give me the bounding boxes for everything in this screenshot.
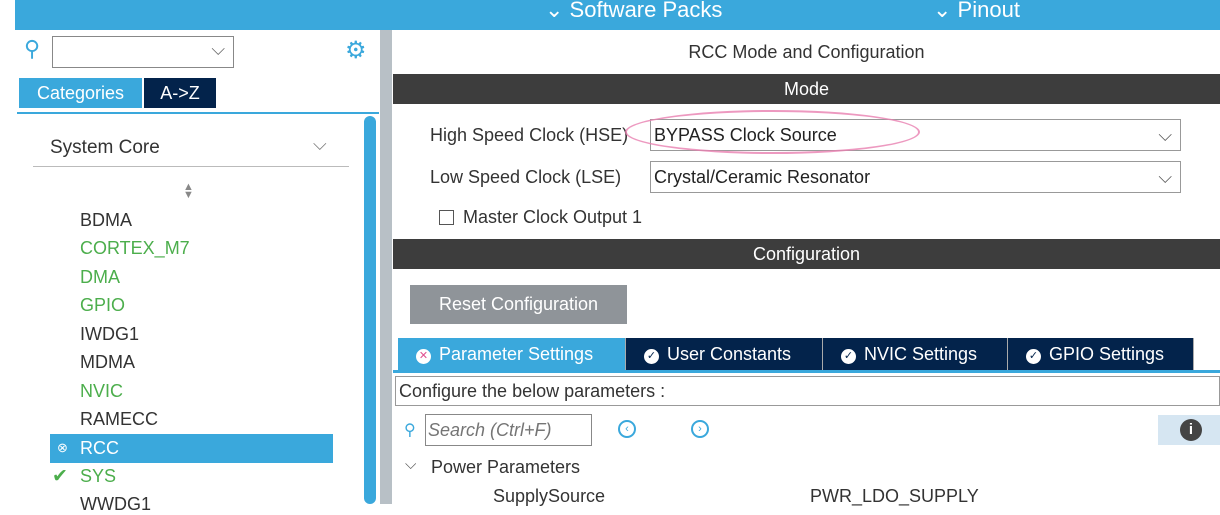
tab-underline — [393, 370, 1220, 373]
highlight-ellipse — [625, 110, 920, 154]
pinout-label: Pinout — [957, 0, 1020, 22]
sidebar-scrollbar[interactable] — [364, 116, 376, 504]
mco-label: Master Clock Output 1 — [463, 207, 643, 227]
category-system-core[interactable]: System Core — [50, 137, 160, 159]
chevron-down-icon: ⌵ — [1158, 125, 1172, 145]
mode-header: Mode — [393, 74, 1220, 104]
error-icon: ⊗ — [57, 440, 68, 455]
mco-checkbox[interactable] — [439, 210, 454, 225]
software-packs-label: Software Packs — [569, 0, 723, 22]
chevron-down-icon: ⌵ — [211, 39, 225, 59]
list-item-mdma[interactable]: MDMA — [80, 352, 135, 373]
panel-title: RCC Mode and Configuration — [688, 42, 925, 62]
parameter-search-input[interactable] — [425, 414, 592, 446]
list-item-wwdg1[interactable]: WWDG1 — [80, 494, 151, 515]
tab-label: GPIO Settings — [1049, 344, 1165, 364]
tab-a-z[interactable]: A->Z — [144, 78, 216, 108]
list-item-rcc[interactable]: RCC — [80, 438, 119, 459]
tab-label: NVIC Settings — [864, 344, 978, 364]
divider — [33, 166, 349, 167]
list-item-bdma[interactable]: BDMA — [80, 210, 132, 231]
list-item-iwdg1[interactable]: IWDG1 — [80, 324, 139, 345]
previous-icon[interactable]: ‹ — [618, 420, 636, 438]
list-item-ramecc[interactable]: RAMECC — [80, 409, 158, 430]
error-icon: ✕ — [416, 349, 431, 364]
reset-configuration-button[interactable]: Reset Configuration — [410, 285, 627, 324]
chevron-down-icon: ⌵ — [1158, 167, 1172, 187]
group-power-parameters[interactable]: Power Parameters — [431, 457, 580, 478]
sort-icon[interactable]: ▲ ▼ — [183, 182, 194, 201]
category-search-combo[interactable]: ⌵ — [52, 36, 234, 68]
tab-user-constants[interactable]: ✓ User Constants — [626, 338, 823, 370]
search-icon: ⚲ — [24, 36, 41, 61]
tab-label: User Constants — [667, 344, 792, 364]
check-icon: ✓ — [1026, 349, 1041, 364]
info-icon: i — [1180, 419, 1202, 441]
configuration-header: Configuration — [393, 239, 1220, 269]
list-item-cortex-m7[interactable]: CORTEX_M7 — [80, 238, 190, 259]
chevron-down-icon[interactable]: ⌵ — [313, 134, 327, 155]
software-packs-menu[interactable]: ⌄ Software Packs — [545, 0, 722, 23]
list-item-nvic[interactable]: NVIC — [80, 381, 123, 402]
lse-select[interactable]: Crystal/Ceramic Resonator ⌵ — [650, 161, 1181, 193]
pinout-menu[interactable]: ⌄ Pinout — [933, 0, 1020, 23]
hse-label: High Speed Clock (HSE) — [430, 125, 629, 145]
panel-splitter[interactable] — [380, 30, 392, 504]
configure-text: Configure the below parameters : — [395, 376, 1220, 406]
list-item-dma[interactable]: DMA — [80, 267, 120, 288]
chevron-down-icon[interactable]: ⌵ — [405, 456, 416, 473]
list-item-sys[interactable]: SYS — [80, 466, 116, 487]
check-icon: ✔ — [52, 466, 68, 487]
next-icon[interactable]: › — [691, 420, 709, 438]
search-icon: ⚲ — [404, 422, 416, 439]
tab-label: Parameter Settings — [439, 344, 594, 364]
tab-gpio-settings[interactable]: ✓ GPIO Settings — [1008, 338, 1194, 370]
lse-value: Crystal/Ceramic Resonator — [654, 167, 871, 187]
top-bar: ⌄ Software Packs ⌄ Pinout — [15, 0, 1220, 30]
tab-nvic-settings[interactable]: ✓ NVIC Settings — [823, 338, 1008, 370]
gear-icon[interactable]: ⚙ — [345, 36, 367, 65]
tab-parameter-settings[interactable]: ✕ Parameter Settings — [398, 338, 626, 370]
info-button[interactable]: i — [1158, 415, 1220, 445]
list-item-gpio[interactable]: GPIO — [80, 295, 125, 316]
check-icon: ✓ — [644, 349, 659, 364]
check-icon: ✓ — [841, 349, 856, 364]
tab-categories[interactable]: Categories — [19, 78, 142, 108]
lse-label: Low Speed Clock (LSE) — [430, 167, 622, 187]
